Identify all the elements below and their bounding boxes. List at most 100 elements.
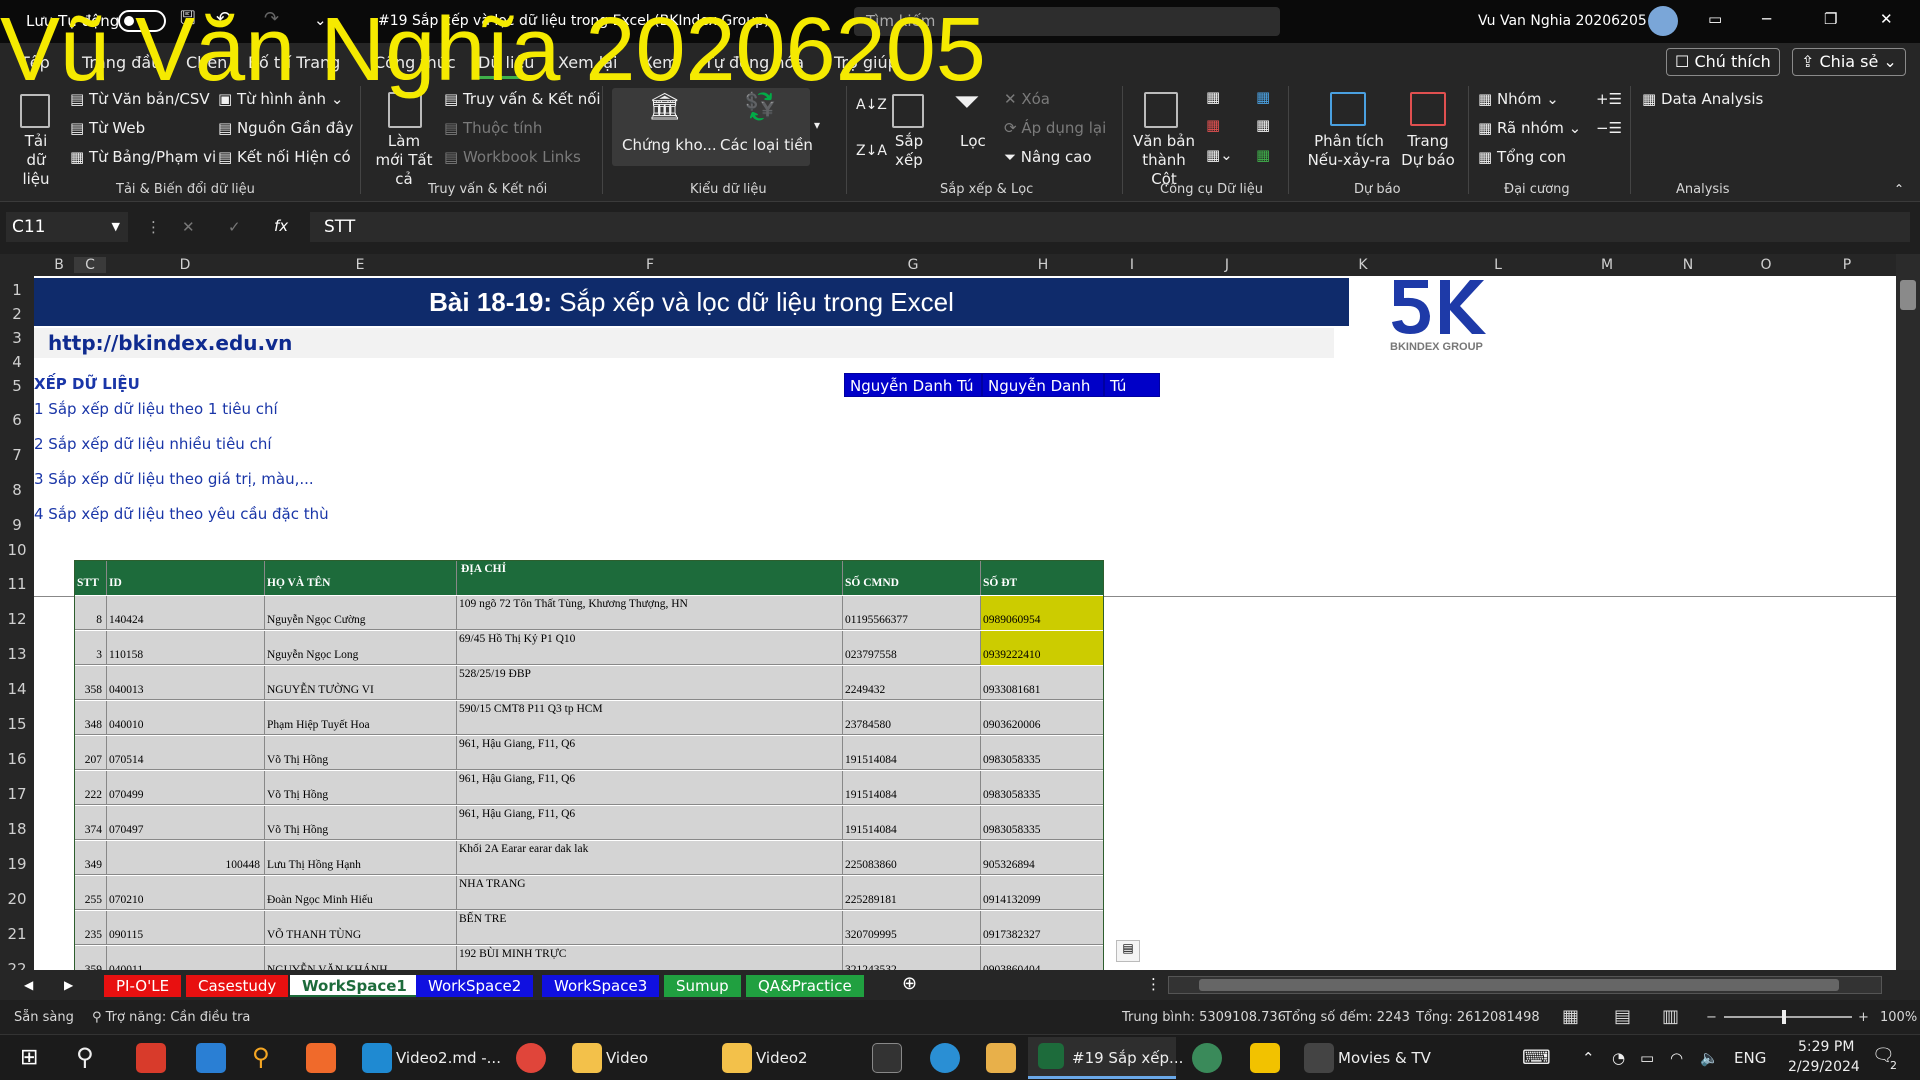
collapse-ribbon-icon[interactable]: ⌃ xyxy=(1894,180,1904,199)
table-cell[interactable]: 225289181 xyxy=(843,876,981,910)
row-header[interactable]: 12 xyxy=(0,610,34,628)
vertical-scrollbar[interactable] xyxy=(1896,254,1920,970)
prev-sheet-icon[interactable]: ◀ xyxy=(24,975,33,995)
taskbar-item[interactable]: Movies & TV xyxy=(1338,1049,1431,1067)
subtotal-button[interactable]: ▦ Tổng con xyxy=(1478,148,1566,167)
table-cell[interactable]: 070514 xyxy=(107,736,265,770)
table-cell[interactable]: 070210 xyxy=(107,876,265,910)
table-cell[interactable]: Nguyễn Ngọc Cường xyxy=(265,596,457,630)
currencies-button[interactable]: Các loại tiền xyxy=(720,136,813,155)
table-cell[interactable]: NGUYỄN VĂN KHÁNH xyxy=(265,946,457,970)
remove-duplicates-icon[interactable]: ▦ xyxy=(1206,116,1220,135)
zoom-slider-thumb[interactable] xyxy=(1782,1010,1786,1024)
zoom-slider[interactable] xyxy=(1724,1010,1852,1024)
table-cell[interactable]: 0939222410 xyxy=(981,631,1103,665)
col-header-j[interactable]: J xyxy=(1160,257,1294,273)
vscode-icon[interactable] xyxy=(362,1043,392,1073)
row-header[interactable]: 14 xyxy=(0,680,34,698)
normal-view-icon[interactable]: ▦ xyxy=(1562,1006,1579,1027)
recent-sources-button[interactable]: ▤ Nguồn Gần đây xyxy=(218,119,353,138)
taskbar-item[interactable]: Video2 xyxy=(756,1049,808,1067)
avatar[interactable] xyxy=(1648,6,1678,36)
consolidate-icon[interactable]: ▦ xyxy=(1256,88,1270,107)
sheet-tab[interactable]: WorkSpace3 xyxy=(542,975,660,997)
flash-fill-icon[interactable]: ▦ xyxy=(1206,88,1220,107)
table-cell[interactable]: 023797558 xyxy=(843,631,981,665)
search-box[interactable]: Tìm kiếm xyxy=(854,7,1280,36)
table-cell[interactable]: 01195566377 xyxy=(843,596,981,630)
search-icon[interactable]: ⚲ xyxy=(76,1043,94,1071)
workbook-links-button[interactable]: ▤ Workbook Links xyxy=(444,148,581,167)
table-cell[interactable]: Phạm Hiệp Tuyết Hoa xyxy=(265,701,457,735)
table-cell[interactable]: BẾN TRE xyxy=(457,911,843,945)
table-cell[interactable]: Võ Thị Hồng xyxy=(265,806,457,840)
page-break-icon[interactable]: ▥ xyxy=(1662,1006,1679,1027)
table-header-cell[interactable]: HỌ VÀ TÊN xyxy=(265,561,457,595)
tab-formulas[interactable]: Công thức xyxy=(374,53,456,72)
table-cell[interactable]: 0917382327 xyxy=(981,911,1103,945)
folder-icon[interactable] xyxy=(722,1043,752,1073)
scroll-thumb[interactable] xyxy=(1900,280,1916,310)
sheet-tab[interactable]: QA&Practice xyxy=(746,975,864,997)
table-cell[interactable]: 590/15 CMT8 P11 Q3 tp HCM xyxy=(457,701,843,735)
app-icon[interactable] xyxy=(306,1043,336,1073)
sheet-tab[interactable]: WorkSpace2 xyxy=(416,975,534,997)
table-header-cell[interactable]: ID xyxy=(107,561,265,595)
table-cell[interactable]: 222 xyxy=(75,771,107,805)
tab-view[interactable]: Xem xyxy=(642,53,678,72)
language-indicator[interactable]: ENG xyxy=(1734,1049,1766,1067)
terminal-icon[interactable] xyxy=(872,1043,902,1073)
reapply-button[interactable]: ⟳ Áp dụng lại xyxy=(1004,119,1106,138)
table-cell[interactable]: 235 xyxy=(75,911,107,945)
taskbar-item[interactable]: Video xyxy=(606,1049,648,1067)
status-count[interactable]: Tổng số đếm: 2243 xyxy=(1284,1010,1410,1025)
table-cell[interactable]: 3 xyxy=(75,631,107,665)
next-sheet-icon[interactable]: ▶ xyxy=(64,975,73,995)
clock-time[interactable]: 5:29 PM xyxy=(1798,1039,1854,1055)
table-header-cell[interactable]: ĐỊA CHỈ xyxy=(457,561,843,595)
formula-input[interactable]: STT xyxy=(310,212,1910,242)
table-cell[interactable]: 374 xyxy=(75,806,107,840)
tab-review[interactable]: Xem lại xyxy=(558,53,617,72)
table-cell[interactable]: 0933081681 xyxy=(981,666,1103,700)
table-cell[interactable]: 070497 xyxy=(107,806,265,840)
hide-detail-icon[interactable]: −☰ xyxy=(1596,119,1622,138)
app-icon[interactable] xyxy=(136,1043,166,1073)
row-header[interactable]: 3 xyxy=(0,329,34,347)
row-header[interactable]: 10 xyxy=(0,541,34,559)
col-header-f[interactable]: F xyxy=(456,257,844,273)
tab-help[interactable]: Trợ giúp xyxy=(834,53,898,72)
table-cell[interactable]: 140424 xyxy=(107,596,265,630)
row-header[interactable]: 13 xyxy=(0,645,34,663)
table-cell[interactable]: 528/25/19 ĐBP xyxy=(457,666,843,700)
table-cell[interactable]: 225083860 xyxy=(843,841,981,875)
zoom-level[interactable]: 100% xyxy=(1880,1010,1917,1025)
sort-za-icon[interactable]: Z↓A xyxy=(856,142,887,161)
sheet-tab[interactable]: Sumup xyxy=(664,975,741,997)
redo-icon[interactable]: ↷ xyxy=(264,9,279,29)
table-cell[interactable]: 320709995 xyxy=(843,911,981,945)
relationships-icon[interactable]: ▦ xyxy=(1256,116,1270,135)
table-header-cell[interactable]: STT xyxy=(75,561,107,595)
app-icon[interactable] xyxy=(986,1043,1016,1073)
table-cell[interactable]: 109 ngõ 72 Tôn Thất Tùng, Khương Thượng,… xyxy=(457,596,843,630)
ungroup-button[interactable]: ▦ Rã nhóm ⌄ xyxy=(1478,119,1581,138)
filter-button[interactable]: Lọc xyxy=(960,132,986,151)
worksheet-grid[interactable]: Bài 18-19: Sắp xếp và lọc dữ liệu trong … xyxy=(34,276,1896,970)
table-cell[interactable]: 0903860404 xyxy=(981,946,1103,970)
get-data-button[interactable]: Tải dữ liệu xyxy=(14,132,58,189)
horizontal-scrollbar[interactable] xyxy=(1168,976,1882,994)
zoom-out-icon[interactable]: − xyxy=(1706,1010,1717,1025)
table-cell[interactable]: 905326894 xyxy=(981,841,1103,875)
wifi-icon[interactable]: ◔ xyxy=(1612,1049,1625,1067)
row-header[interactable]: 1 xyxy=(0,281,34,299)
table-cell[interactable]: 0989060954 xyxy=(981,596,1103,630)
more-icon[interactable]: ⋮ xyxy=(146,217,161,237)
table-cell[interactable]: 23784580 xyxy=(843,701,981,735)
comments-button[interactable]: ☐ Chú thích xyxy=(1666,48,1780,76)
col-header-k[interactable]: K xyxy=(1294,257,1432,273)
table-cell[interactable]: 321243532 xyxy=(843,946,981,970)
table-cell[interactable]: 961, Hậu Giang, F11, Q6 xyxy=(457,736,843,770)
row-header[interactable]: 20 xyxy=(0,890,34,908)
row-header[interactable]: 17 xyxy=(0,785,34,803)
